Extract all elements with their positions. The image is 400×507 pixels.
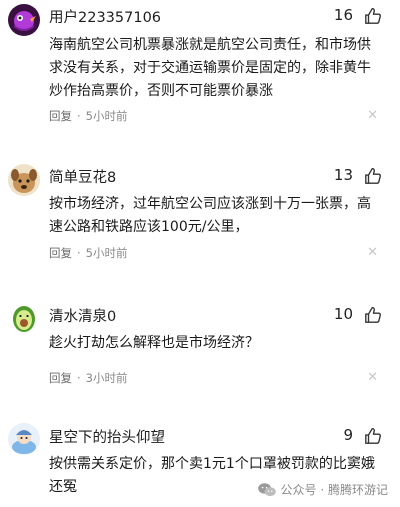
close-icon[interactable]: ✕	[367, 108, 378, 123]
comment-meta: 回复 · 3小时前	[49, 371, 128, 385]
purple-bird-avatar-icon	[8, 4, 40, 36]
comment-line: 求没有关系，对于交通运输票价是固定的，除非黄牛	[49, 60, 371, 76]
comment-item: 简单豆花8 13 按市场经济，过年航空公司应该涨到十万一张票，高 速公路和铁路应…	[0, 160, 400, 280]
comment-item: 用户223357106 16 海南航空公司机票暴涨就是航空公司责任，和市场供 求…	[0, 0, 400, 130]
avatar[interactable]	[8, 4, 40, 36]
comment-line: 按供需关系定价，那个卖1元1个口罩被罚款的比窦娥	[49, 456, 375, 472]
comment-meta: 回复 · 5小时前	[49, 246, 128, 260]
comment-line: 炒作抬高票价，否则不可能票价暴涨	[49, 83, 273, 99]
comment-time: 5小时前	[85, 246, 128, 260]
comment-line: 按市场经济，过年航空公司应该涨到十万一张票，高	[49, 196, 371, 212]
comment-username[interactable]: 星空下的抬头仰望	[49, 426, 165, 447]
comment-meta: 回复 · 5小时前	[49, 109, 128, 123]
comment-content: 按市场经济，过年航空公司应该涨到十万一张票，高 速公路和铁路应该100元/公里，	[49, 193, 389, 239]
comment-username[interactable]: 简单豆花8	[49, 166, 116, 187]
reply-button[interactable]: 回复	[49, 246, 72, 260]
comment-item: 清水清泉0 10 趁火打劫怎么解释也是市场经济？ 回复 · 3小时前 ✕	[0, 298, 400, 398]
thumbs-up-icon[interactable]	[364, 167, 382, 185]
like-count: 13	[333, 166, 353, 184]
close-icon[interactable]: ✕	[367, 370, 378, 385]
comment-content: 海南航空公司机票暴涨就是航空公司责任，和市场供 求没有关系，对于交通运输票价是固…	[49, 34, 389, 103]
comment-username[interactable]: 清水清泉0	[49, 305, 116, 326]
avatar[interactable]	[8, 423, 40, 455]
like-count: 10	[333, 305, 353, 323]
avatar[interactable]	[8, 302, 40, 334]
reply-button[interactable]: 回复	[49, 109, 72, 123]
comment-time: 3小时前	[85, 371, 128, 385]
wechat-icon	[257, 482, 276, 496]
watermark-text: 公众号 · 腾腾环游记	[280, 483, 388, 497]
reply-button[interactable]: 回复	[49, 371, 72, 385]
comment-line: 海南航空公司机票暴涨就是航空公司责任，和市场供	[49, 37, 371, 53]
like-count: 9	[343, 426, 353, 444]
watermark: 公众号 · 腾腾环游记	[257, 481, 388, 498]
thumbs-up-icon[interactable]	[364, 7, 382, 25]
comment-line: 速公路和铁路应该100元/公里，	[49, 219, 249, 235]
close-icon[interactable]: ✕	[367, 245, 378, 260]
like-count: 16	[333, 6, 353, 24]
cartoon-dog-avatar-icon	[8, 164, 40, 196]
avatar[interactable]	[8, 164, 40, 196]
comment-time: 5小时前	[85, 109, 128, 123]
comment-content: 趁火打劫怎么解释也是市场经济？	[49, 332, 389, 355]
comment-line: 趁火打劫怎么解释也是市场经济？	[49, 335, 259, 351]
thumbs-up-icon[interactable]	[364, 427, 382, 445]
thumbs-up-icon[interactable]	[364, 306, 382, 324]
comment-username[interactable]: 用户223357106	[49, 6, 161, 27]
avocado-avatar-icon	[8, 302, 40, 334]
cartoon-character-avatar-icon	[8, 423, 40, 455]
